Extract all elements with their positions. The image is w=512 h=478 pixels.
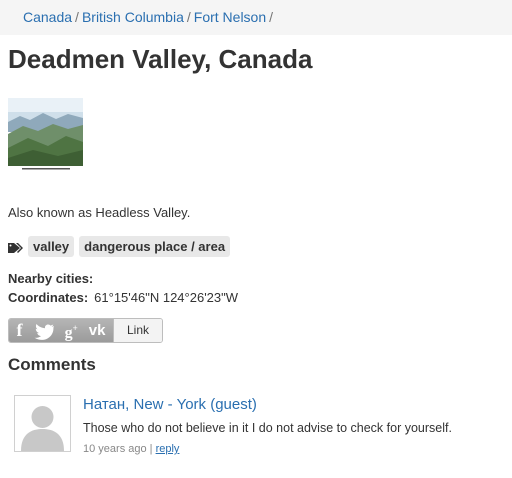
reply-link[interactable]: reply — [156, 443, 180, 455]
tag-valley[interactable]: valley — [28, 236, 75, 257]
share-bar: f g+ vk Link — [8, 318, 163, 343]
vk-icon[interactable]: vk — [89, 319, 106, 342]
tag-dangerous-place[interactable]: dangerous place / area — [79, 236, 231, 257]
comments-heading: Comments — [8, 355, 96, 374]
google-plus-icon[interactable]: g+ — [65, 319, 78, 342]
page-title: Deadmen Valley, Canada — [8, 44, 313, 74]
avatar — [14, 395, 71, 452]
breadcrumb: Canada / British Columbia / Fort Nelson / — [0, 0, 512, 35]
comment-time: 10 years ago — [83, 443, 147, 455]
alias-text: Also known as Headless Valley. — [8, 205, 191, 220]
coordinates-label: Coordinates: — [8, 290, 89, 305]
comment-text: Those who do not believe in it I do not … — [83, 421, 452, 435]
facebook-icon[interactable]: f — [17, 319, 23, 342]
twitter-icon[interactable] — [34, 319, 54, 342]
tag-list: valley dangerous place / area — [8, 236, 235, 257]
place-photo[interactable] — [8, 98, 83, 171]
breadcrumb-link-british-columbia[interactable]: British Columbia — [82, 9, 184, 25]
breadcrumb-separator: / — [75, 9, 79, 25]
comment-meta: 10 years ago | reply — [83, 443, 180, 455]
breadcrumb-separator: / — [269, 9, 274, 25]
coordinates-value: 61°15'46"N 124°26'23"W — [94, 290, 239, 305]
comment-item: Натан, New - York (guest) Those who do n… — [14, 395, 504, 455]
breadcrumb-link-canada[interactable]: Canada — [23, 9, 72, 25]
nearby-cities-label: Nearby cities: — [8, 271, 94, 286]
tags-icon — [8, 241, 24, 253]
breadcrumb-link-fort-nelson[interactable]: Fort Nelson — [194, 9, 266, 25]
breadcrumb-separator: / — [186, 9, 191, 25]
share-link-button[interactable]: Link — [113, 319, 162, 342]
coordinates-row: Coordinates: 61°15'46"N 124°26'23"W — [8, 290, 238, 305]
comment-author-link[interactable]: Натан, New - York (guest) — [83, 396, 257, 413]
share-icons: f g+ vk — [9, 319, 113, 342]
